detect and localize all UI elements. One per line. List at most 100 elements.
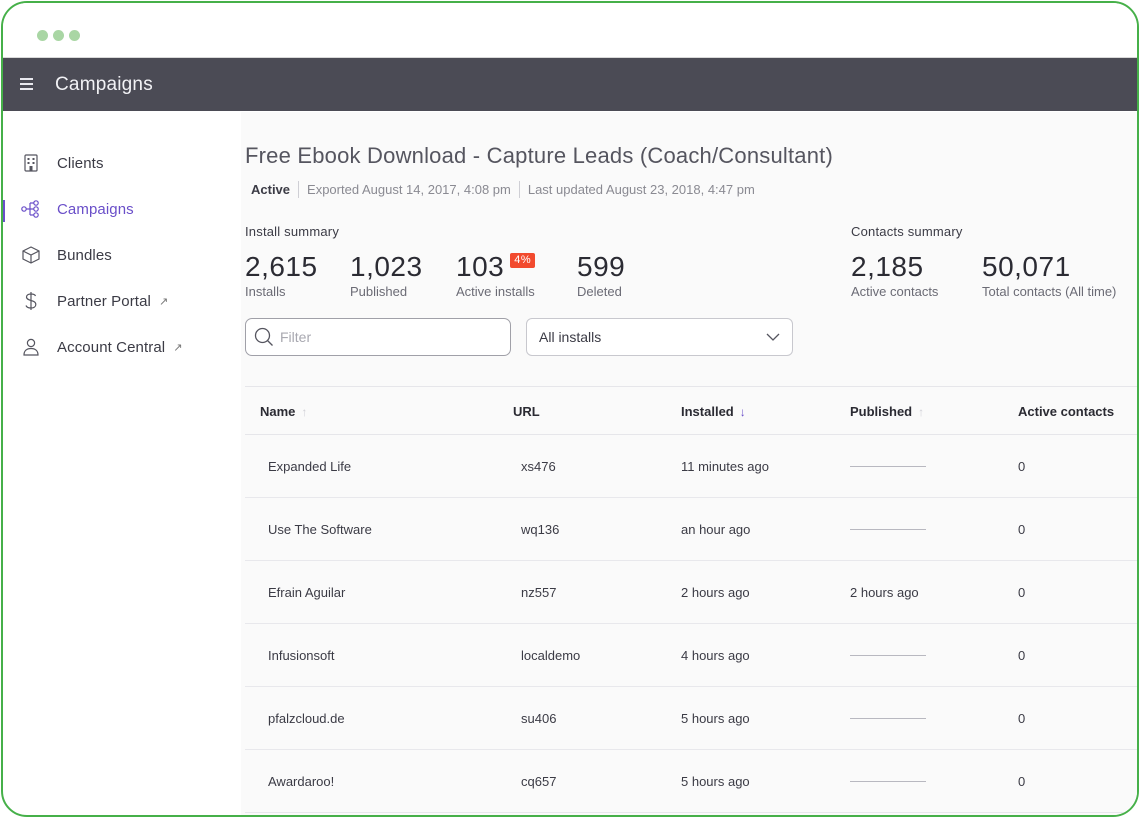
table-row[interactable]: Efrain Aguilar nz557 2 hours ago 2 hours…: [245, 561, 1137, 624]
filter-placeholder: Filter: [280, 329, 312, 345]
cell-name: Expanded Life: [268, 459, 352, 474]
stat-active-installs: 103 4% Active installs: [456, 251, 536, 299]
empty-published-dash: [850, 655, 926, 656]
installs-table: Name ↑ URL Installed ↓ Published ↑ Active c…: [245, 386, 1137, 813]
table-row[interactable]: Expanded Life xs476 11 minutes ago 0: [245, 435, 1137, 498]
empty-published-dash: [850, 718, 926, 719]
status-badge: Active: [251, 182, 291, 197]
sidebar-item-bundles[interactable]: Bundles: [3, 232, 241, 278]
user-icon: [21, 337, 41, 357]
stat-deleted: 599 Deleted: [577, 251, 625, 299]
app-header: Campaigns: [3, 58, 1137, 111]
window-dot-icon: [69, 30, 80, 41]
cell-url: wq136: [521, 522, 560, 537]
column-label: URL: [513, 404, 540, 419]
table-row[interactable]: Awardaroo! cq657 5 hours ago 0: [245, 750, 1137, 813]
cell-installed: 5 hours ago: [681, 711, 750, 726]
cell-installed: an hour ago: [681, 522, 751, 537]
cell-active-contacts: 0: [1018, 774, 1026, 789]
cell-name: Awardaroo!: [268, 774, 335, 789]
filter-input[interactable]: Filter: [245, 318, 511, 356]
stat-active-contacts: 2,185 Active contacts: [851, 251, 938, 299]
cell-name: pfalzcloud.de: [268, 711, 345, 726]
column-header-active-contacts[interactable]: Active contacts: [1018, 404, 1114, 419]
stat-total-contacts: 50,071 Total contacts (All time): [982, 251, 1116, 299]
cell-installed: 11 minutes ago: [681, 459, 769, 474]
column-label: Published: [850, 404, 913, 419]
table-row[interactable]: Infusionsoft localdemo 4 hours ago 0: [245, 624, 1137, 687]
window-dot-icon: [53, 30, 64, 41]
sidebar-item-label: Bundles: [57, 246, 112, 264]
empty-published-dash: [850, 466, 926, 467]
empty-published-dash: [850, 781, 926, 782]
column-label: Installed: [681, 404, 734, 419]
stat-caption: Published: [350, 284, 408, 299]
stat-caption: Active installs: [456, 284, 535, 299]
sort-up-icon: ↑: [301, 404, 308, 419]
installs-select-value: All installs: [539, 329, 602, 345]
cell-published: 2 hours ago: [850, 585, 919, 600]
stat-value: 50,071: [982, 251, 1071, 282]
table-row[interactable]: Use The Software wq136 an hour ago 0: [245, 498, 1137, 561]
cell-active-contacts: 0: [1018, 585, 1026, 600]
column-header-name[interactable]: Name ↑: [260, 404, 307, 419]
install-summary-label: Install summary: [245, 224, 340, 239]
cell-url: xs476: [521, 459, 556, 474]
external-link-icon: ↗: [158, 295, 169, 308]
sidebar-item-label: Campaigns: [57, 200, 134, 218]
box-icon: [21, 245, 41, 265]
stat-caption: Total contacts (All time): [982, 284, 1117, 299]
stat-value: 2,185: [851, 251, 924, 282]
browser-frame: Campaigns Clients Campaigns Bundles Part…: [1, 1, 1139, 817]
stat-value: 1,023: [350, 251, 423, 282]
sidebar-item-campaigns[interactable]: Campaigns: [3, 186, 241, 232]
column-header-installed[interactable]: Installed ↓: [681, 404, 746, 419]
cell-active-contacts: 0: [1018, 522, 1026, 537]
column-header-url[interactable]: URL: [513, 404, 540, 419]
column-label: Active contacts: [1018, 404, 1115, 419]
stat-caption: Installs: [245, 284, 286, 299]
cell-active-contacts: 0: [1018, 711, 1026, 726]
external-link-icon: ↗: [173, 341, 183, 354]
window-titlebar: [3, 3, 1137, 58]
building-icon: [21, 153, 41, 173]
divider: [518, 181, 520, 198]
cell-installed: 5 hours ago: [681, 774, 750, 789]
cell-installed: 4 hours ago: [681, 648, 750, 663]
contacts-summary-label: Contacts summary: [851, 224, 963, 239]
exported-date: Exported August 14, 2017, 4:08 pm: [307, 182, 511, 197]
stat-caption: Active contacts: [851, 284, 939, 299]
sort-down-icon: ↓: [739, 404, 746, 419]
cell-name: Use The Software: [268, 522, 372, 537]
table-row[interactable]: pfalzcloud.de su406 5 hours ago 0: [245, 687, 1137, 750]
stat-caption: Deleted: [577, 284, 622, 299]
updated-date: Last updated August 23, 2018, 4:47 pm: [527, 182, 755, 197]
app-title: Campaigns: [55, 73, 153, 95]
cell-url: su406: [521, 711, 557, 726]
sidebar-item-label: Clients: [57, 154, 104, 172]
divider: [298, 181, 300, 198]
percent-badge: 4%: [510, 253, 536, 268]
sidebar-item-label: Partner Portal: [57, 292, 151, 310]
table-header: Name ↑ URL Installed ↓ Published ↑ Active c…: [245, 386, 1137, 435]
chevron-down-icon: [766, 333, 780, 341]
sidebar-item-clients[interactable]: Clients: [3, 140, 241, 186]
window-dot-icon: [37, 30, 48, 41]
cell-name: Infusionsoft: [268, 648, 335, 663]
dollar-icon: [21, 291, 41, 311]
main-content: Free Ebook Download - Capture Leads (Coa…: [241, 112, 1137, 815]
campaign-meta: Active Exported August 14, 2017, 4:08 pm…: [251, 181, 755, 198]
column-header-published[interactable]: Published ↑: [850, 404, 924, 419]
installs-select[interactable]: All installs: [526, 318, 793, 356]
stat-value: 2,615: [245, 251, 318, 282]
search-icon: [254, 327, 273, 346]
cell-active-contacts: 0: [1018, 648, 1026, 663]
stat-value: 103: [456, 251, 505, 282]
sidebar-item-account-central[interactable]: Account Central ↗: [3, 324, 241, 370]
menu-icon[interactable]: [20, 78, 37, 91]
sidebar-item-label: Account Central: [57, 338, 166, 356]
sidebar-item-partner-portal[interactable]: Partner Portal ↗: [3, 278, 241, 324]
cell-url: cq657: [521, 774, 557, 789]
stat-published: 1,023 Published: [350, 251, 423, 299]
sidebar: Clients Campaigns Bundles Partner Portal: [3, 112, 241, 815]
